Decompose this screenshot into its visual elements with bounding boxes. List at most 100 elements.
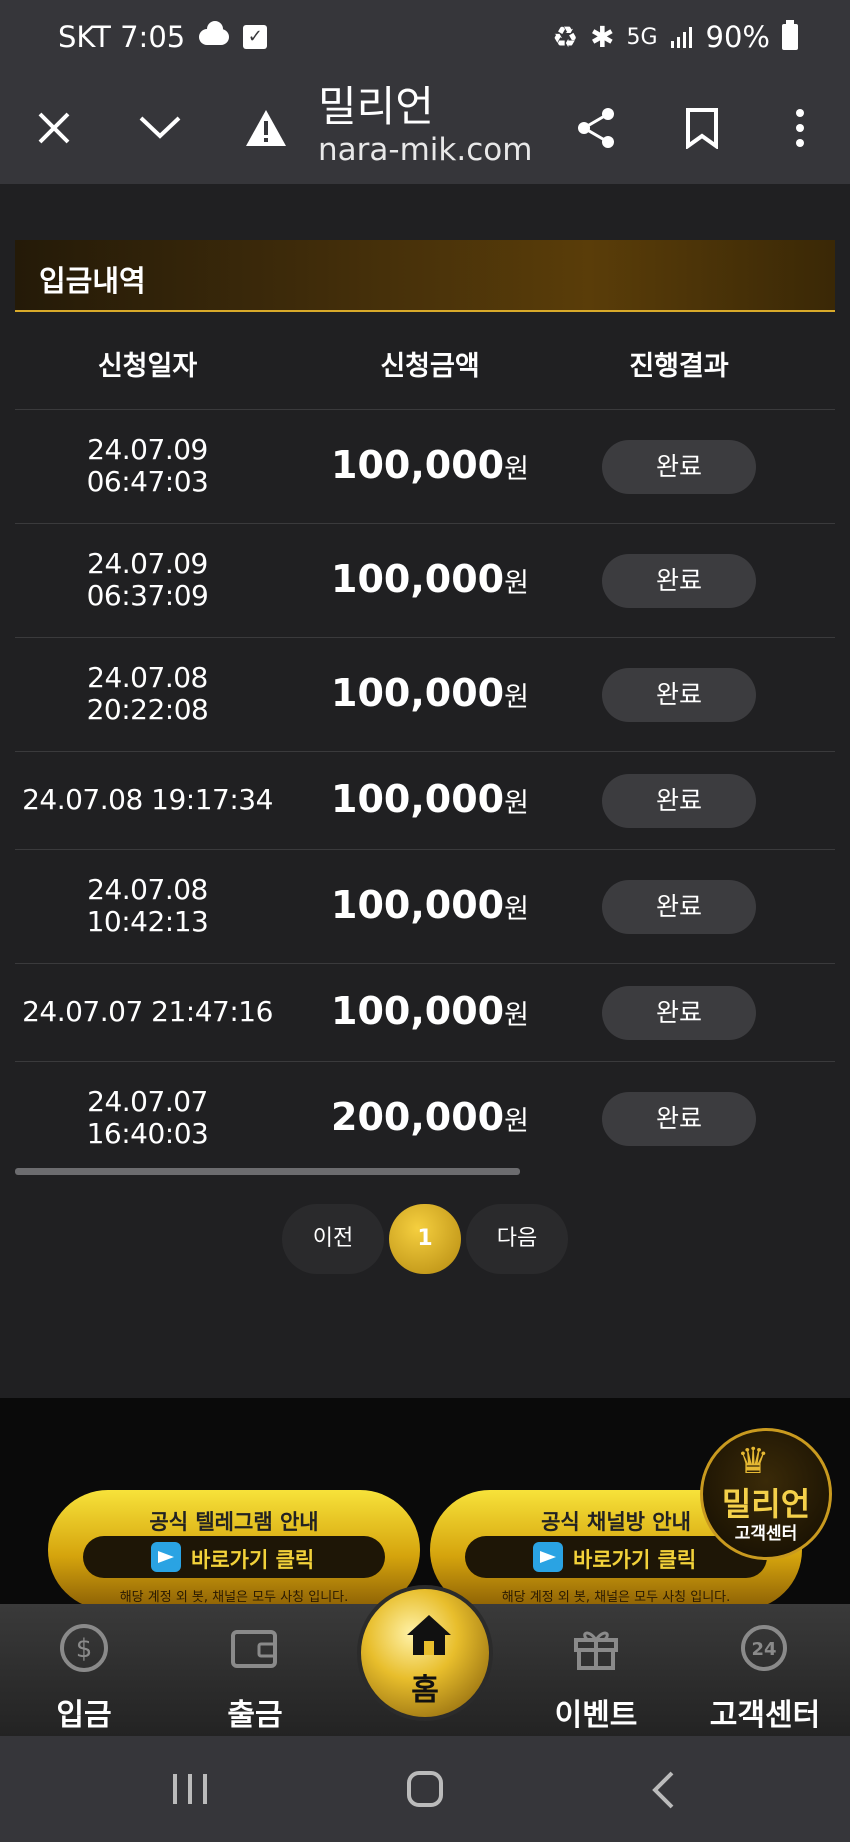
row-time: 16:40:03 bbox=[86, 1117, 209, 1150]
nav-support[interactable]: 24 고객센터 bbox=[694, 1614, 836, 1734]
nav-home-label: 홈 bbox=[411, 1673, 439, 1708]
site-info[interactable]: 밀리언 nara-mik.com bbox=[318, 82, 532, 168]
system-navigation-bar bbox=[0, 1736, 850, 1842]
site-url: nara-mik.com bbox=[318, 132, 533, 168]
site-name: 밀리언 bbox=[318, 82, 434, 131]
wallet-icon bbox=[231, 1630, 277, 1668]
telegram-icon bbox=[151, 1542, 181, 1572]
badge-label: 고객센터 bbox=[734, 1524, 798, 1544]
row-datetime: 24.07.07 21:47:16 bbox=[15, 996, 280, 1028]
share-icon[interactable] bbox=[566, 98, 626, 158]
row-date: 24.07.08 bbox=[87, 873, 208, 906]
status-complete-button[interactable]: 완료 bbox=[602, 1092, 756, 1146]
row-date: 24.07.09 bbox=[87, 547, 208, 580]
telegram-icon bbox=[533, 1542, 563, 1572]
banner-link-label: 바로가기 클릭 bbox=[191, 1548, 315, 1572]
amount-unit: 원 bbox=[504, 682, 529, 713]
table-row: 24.07.08 20:22:08 100,000원 완료 bbox=[15, 638, 835, 752]
banner-link-button[interactable]: 바로가기 클릭 bbox=[83, 1536, 385, 1578]
nav-event[interactable]: 이벤트 bbox=[526, 1614, 666, 1734]
column-header-date: 신청일자 bbox=[97, 351, 198, 382]
nav-deposit[interactable]: $ 입금 bbox=[14, 1614, 154, 1734]
row-amount: 100,000원 bbox=[315, 989, 545, 1033]
table-row: 24.07.07 16:40:03 200,000원 완료 bbox=[15, 1062, 835, 1176]
column-header-amount: 신청금액 bbox=[380, 351, 480, 382]
amount-unit: 원 bbox=[504, 788, 529, 819]
telegram-banner[interactable]: 공식 텔레그램 안내 바로가기 클릭 해당 계정 외 봇, 채널은 모두 사칭 … bbox=[48, 1490, 420, 1610]
home-icon bbox=[407, 1615, 451, 1655]
status-complete-button[interactable]: 완료 bbox=[602, 668, 756, 722]
cloud-icon bbox=[199, 21, 230, 45]
home-system-icon[interactable] bbox=[406, 1770, 444, 1808]
gift-icon bbox=[574, 1631, 618, 1670]
pagination-next-button[interactable]: 다음 bbox=[466, 1204, 568, 1274]
amount-value: 100,000 bbox=[331, 443, 505, 487]
table-row: 24.07.07 21:47:16 100,000원 완료 bbox=[15, 964, 835, 1062]
amount-value: 100,000 bbox=[331, 989, 505, 1033]
banner-note: 해당 계정 외 봇, 채널은 모두 사칭 입니다. bbox=[501, 1590, 731, 1605]
back-icon[interactable] bbox=[650, 1770, 676, 1810]
banner-note: 해당 계정 외 봇, 채널은 모두 사칭 입니다. bbox=[119, 1590, 349, 1605]
amount-unit: 원 bbox=[504, 894, 529, 925]
panel-header: 입금내역 bbox=[15, 240, 835, 312]
row-datetime: 24.07.09 06:37:09 bbox=[15, 548, 280, 612]
crown-icon: ♛ bbox=[737, 1441, 770, 1482]
amount-unit: 원 bbox=[504, 568, 529, 599]
banner-title: 공식 텔레그램 안내 bbox=[149, 1510, 319, 1534]
warning-icon[interactable] bbox=[236, 98, 296, 158]
pagination-prev-button[interactable]: 이전 bbox=[282, 1204, 384, 1274]
row-datetime: 24.07.07 16:40:03 bbox=[15, 1086, 280, 1150]
chevron-down-icon[interactable] bbox=[130, 98, 190, 158]
row-time: 10:42:13 bbox=[86, 905, 209, 938]
dollar-coin-icon: $ bbox=[60, 1624, 108, 1672]
support-center-badge[interactable]: ♛ 밀리언 고객센터 bbox=[700, 1428, 832, 1560]
table-row: 24.07.09 06:37:09 100,000원 완료 bbox=[15, 524, 835, 638]
svg-text:$: $ bbox=[76, 1634, 93, 1664]
support-24h-icon: 24 bbox=[741, 1625, 787, 1671]
row-datetime: 24.07.08 20:22:08 bbox=[15, 662, 280, 726]
checkbox-notification-icon: ✓ bbox=[243, 25, 268, 49]
nav-withdraw[interactable]: 출금 bbox=[185, 1614, 325, 1734]
row-date: 24.07.07 21:47:16 bbox=[22, 995, 273, 1028]
row-date: 24.07.07 bbox=[87, 1085, 208, 1118]
signal-icon bbox=[670, 27, 692, 48]
row-date: 24.07.08 19:17:34 bbox=[22, 783, 273, 816]
table-row: 24.07.08 19:17:34 100,000원 완료 bbox=[15, 752, 835, 850]
status-complete-button[interactable]: 완료 bbox=[602, 880, 756, 934]
status-complete-button[interactable]: 완료 bbox=[602, 986, 756, 1040]
bluetooth-icon: ✱ bbox=[590, 20, 615, 54]
svg-text:24: 24 bbox=[751, 1639, 776, 1660]
row-amount: 100,000원 bbox=[315, 883, 545, 927]
amount-value: 200,000 bbox=[331, 1095, 505, 1139]
horizontal-scrollbar[interactable] bbox=[15, 1168, 520, 1175]
row-amount: 100,000원 bbox=[315, 557, 545, 601]
banner-link-label: 바로가기 클릭 bbox=[573, 1548, 697, 1572]
nav-support-label: 고객센터 bbox=[709, 1698, 821, 1733]
status-complete-button[interactable]: 완료 bbox=[602, 774, 756, 828]
nav-home-button[interactable]: 홈 bbox=[357, 1585, 493, 1721]
amount-unit: 원 bbox=[504, 1000, 529, 1031]
battery-percent: 90% bbox=[705, 20, 770, 54]
nav-deposit-label: 입금 bbox=[56, 1698, 112, 1733]
pagination-current-page[interactable]: 1 bbox=[389, 1204, 461, 1274]
amount-value: 100,000 bbox=[331, 777, 505, 821]
browser-toolbar: 밀리언 nara-mik.com bbox=[0, 76, 850, 184]
network-type: 5G bbox=[626, 24, 658, 50]
table-row: 24.07.08 10:42:13 100,000원 완료 bbox=[15, 850, 835, 964]
row-date: 24.07.08 bbox=[87, 661, 208, 694]
amount-value: 100,000 bbox=[331, 883, 505, 927]
more-options-icon[interactable] bbox=[770, 98, 830, 158]
row-datetime: 24.07.08 10:42:13 bbox=[15, 874, 280, 938]
status-complete-button[interactable]: 완료 bbox=[602, 440, 756, 494]
row-amount: 100,000원 bbox=[315, 671, 545, 715]
row-date: 24.07.09 bbox=[87, 433, 208, 466]
amount-unit: 원 bbox=[504, 454, 529, 485]
row-datetime: 24.07.09 06:47:03 bbox=[15, 434, 280, 498]
recent-apps-icon[interactable] bbox=[170, 1772, 210, 1806]
table-row: 24.07.09 06:47:03 100,000원 완료 bbox=[15, 410, 835, 524]
bookmark-icon[interactable] bbox=[672, 98, 732, 158]
close-icon[interactable] bbox=[24, 98, 84, 158]
status-bar: SKT 7:05 ✓ ♻ ✱ 5G 90% bbox=[0, 0, 850, 76]
row-amount: 100,000원 bbox=[315, 777, 545, 821]
status-complete-button[interactable]: 완료 bbox=[602, 554, 756, 608]
